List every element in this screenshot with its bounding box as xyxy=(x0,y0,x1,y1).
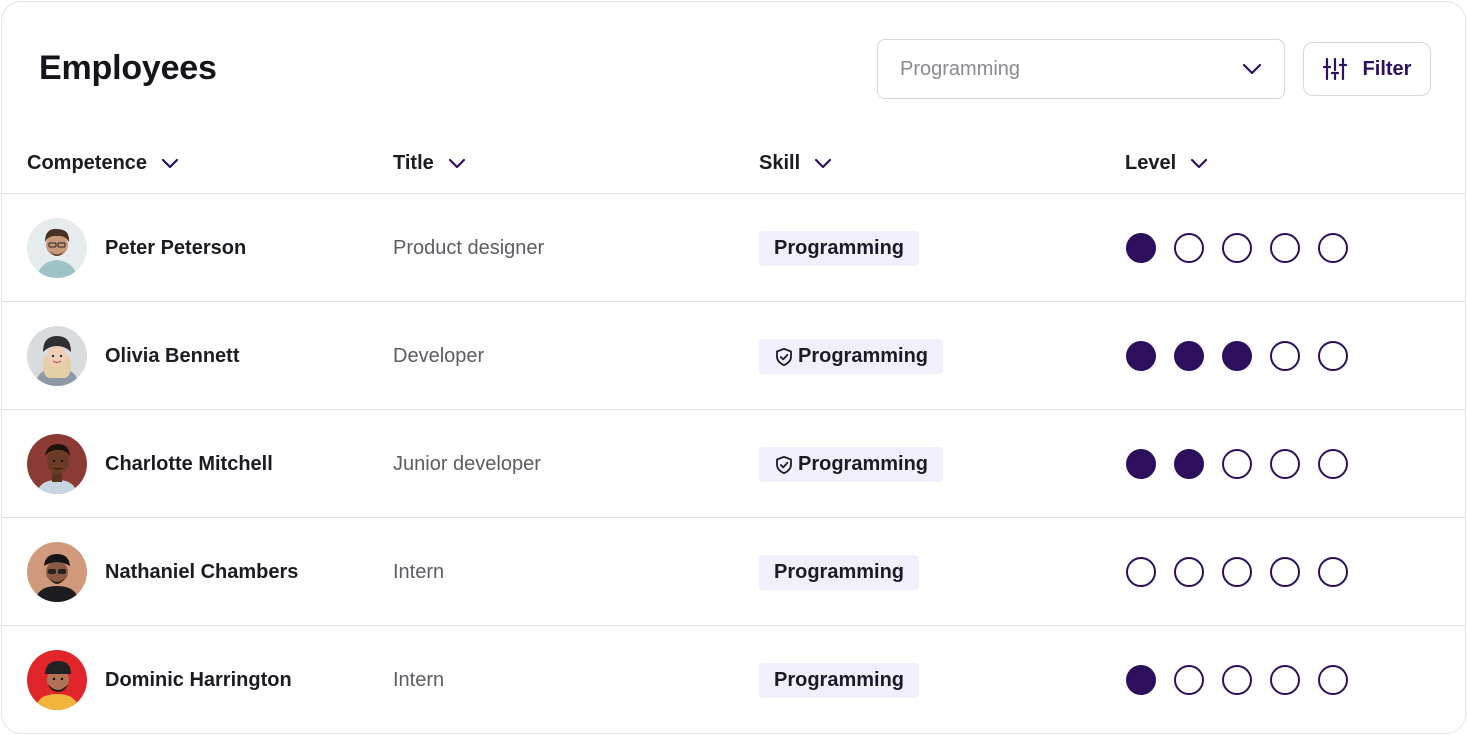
skill-badge: Programming xyxy=(759,447,944,482)
level-indicator xyxy=(1126,233,1348,263)
level-dot-empty xyxy=(1174,557,1204,587)
level-dot-empty xyxy=(1270,665,1300,695)
level-indicator xyxy=(1126,557,1348,587)
sliders-icon xyxy=(1322,57,1347,81)
level-dot-empty xyxy=(1270,233,1300,263)
skill-label: Programming xyxy=(774,669,905,691)
filter-button[interactable]: Filter xyxy=(1303,42,1431,96)
level-indicator xyxy=(1126,449,1348,479)
skill-select-value: Programming xyxy=(900,57,1021,80)
level-dot-empty xyxy=(1222,449,1252,479)
level-dot-filled xyxy=(1126,233,1156,263)
shield-check-icon xyxy=(776,347,792,366)
level-dot-filled xyxy=(1174,449,1204,479)
level-dot-filled xyxy=(1174,341,1204,371)
skill-badge: Programming xyxy=(759,231,920,266)
column-label: Skill xyxy=(759,151,801,174)
employee-name: Peter Peterson xyxy=(105,236,247,259)
employee-name: Nathaniel Chambers xyxy=(105,560,299,583)
employee-title: Intern xyxy=(393,560,445,583)
employee-name: Dominic Harrington xyxy=(105,668,292,691)
level-dot-empty xyxy=(1222,233,1252,263)
level-dot-empty xyxy=(1318,341,1348,371)
chevron-down-icon xyxy=(815,158,832,168)
page-title: Employees xyxy=(39,49,217,87)
level-dot-empty xyxy=(1318,557,1348,587)
skill-badge: Programming xyxy=(759,663,920,698)
employee-title: Junior developer xyxy=(393,452,541,475)
employees-card: Employees Programming Filter Competence … xyxy=(1,1,1466,734)
skill-select[interactable]: Programming xyxy=(877,39,1285,99)
column-header-level[interactable]: Level xyxy=(1125,132,1208,194)
column-label: Competence xyxy=(27,151,148,174)
level-dot-empty xyxy=(1270,449,1300,479)
avatar-nathaniel-icon xyxy=(27,542,87,602)
column-header-skill[interactable]: Skill xyxy=(759,132,832,194)
table-row[interactable]: Nathaniel Chambers Intern Programming xyxy=(2,518,1465,626)
level-dot-filled xyxy=(1126,665,1156,695)
avatar xyxy=(27,434,87,494)
table-row[interactable]: Peter Peterson Product designer Programm… xyxy=(2,194,1465,302)
avatar xyxy=(27,218,87,278)
column-header-title[interactable]: Title xyxy=(393,132,466,194)
avatar-charlotte-icon xyxy=(27,434,87,494)
level-dot-empty xyxy=(1174,233,1204,263)
filter-label: Filter xyxy=(1362,57,1412,80)
level-dot-empty xyxy=(1174,665,1204,695)
table-header: Competence Title Skill Level xyxy=(2,132,1465,194)
level-indicator xyxy=(1126,665,1348,695)
level-dot-empty xyxy=(1318,233,1348,263)
avatar xyxy=(27,650,87,710)
avatar-peter-icon xyxy=(27,218,87,278)
level-dot-filled xyxy=(1222,341,1252,371)
skill-badge: Programming xyxy=(759,339,944,374)
employee-title: Intern xyxy=(393,668,445,691)
level-dot-empty xyxy=(1222,557,1252,587)
level-dot-empty xyxy=(1318,449,1348,479)
column-label: Title xyxy=(393,151,434,174)
avatar xyxy=(27,542,87,602)
avatar-olivia-icon xyxy=(27,326,87,386)
avatar-dominic-icon xyxy=(27,650,87,710)
level-dot-filled xyxy=(1126,341,1156,371)
skill-label: Programming xyxy=(774,561,905,583)
employee-title: Developer xyxy=(393,344,485,367)
level-dot-empty xyxy=(1318,665,1348,695)
column-label: Level xyxy=(1125,151,1177,174)
table-row[interactable]: Charlotte Mitchell Junior developer Prog… xyxy=(2,410,1465,518)
level-dot-empty xyxy=(1126,557,1156,587)
skill-label: Programming xyxy=(798,345,929,367)
skill-label: Programming xyxy=(774,237,905,259)
employee-title: Product designer xyxy=(393,236,545,259)
chevron-down-icon xyxy=(161,158,179,168)
chevron-down-icon xyxy=(1242,63,1262,75)
level-dot-empty xyxy=(1270,557,1300,587)
chevron-down-icon xyxy=(448,158,465,168)
table-row[interactable]: Olivia Bennett Developer Programming xyxy=(2,302,1465,410)
avatar xyxy=(27,326,87,386)
level-dot-filled xyxy=(1126,449,1156,479)
chevron-down-icon xyxy=(1191,158,1208,168)
employee-name: Charlotte Mitchell xyxy=(105,452,273,475)
employee-name: Olivia Bennett xyxy=(105,344,240,367)
skill-badge: Programming xyxy=(759,555,920,590)
skill-label: Programming xyxy=(798,453,929,475)
shield-check-icon xyxy=(776,455,792,474)
table-row[interactable]: Dominic Harrington Intern Programming xyxy=(2,626,1465,733)
level-dot-empty xyxy=(1270,341,1300,371)
level-dot-empty xyxy=(1222,665,1252,695)
column-header-competence[interactable]: Competence xyxy=(27,132,179,194)
level-indicator xyxy=(1126,341,1348,371)
